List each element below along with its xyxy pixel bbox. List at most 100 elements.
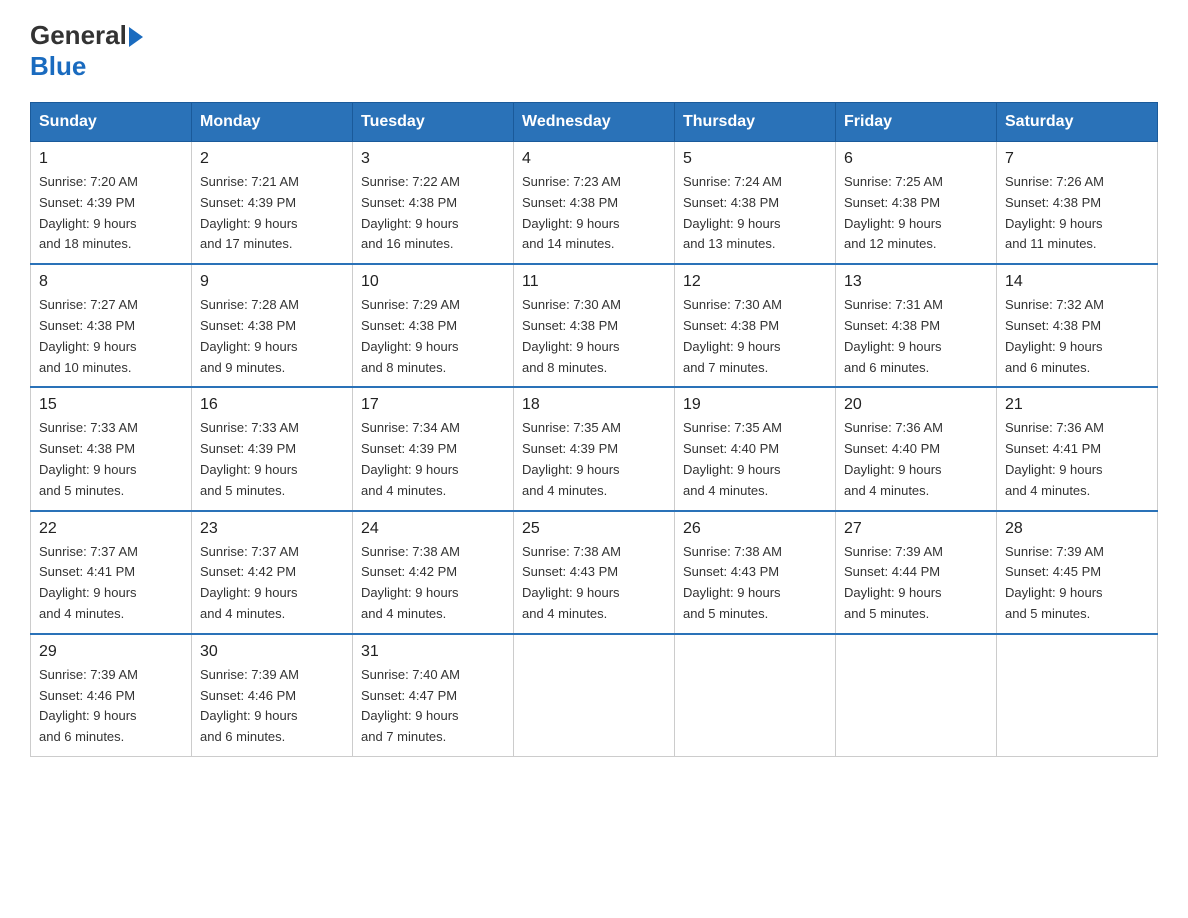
- day-header-wednesday: Wednesday: [514, 103, 675, 142]
- calendar-cell: [514, 634, 675, 757]
- week-row-1: 1 Sunrise: 7:20 AM Sunset: 4:39 PM Dayli…: [31, 142, 1158, 265]
- week-row-2: 8 Sunrise: 7:27 AM Sunset: 4:38 PM Dayli…: [31, 264, 1158, 387]
- logo-blue-text: Blue: [30, 51, 86, 82]
- calendar-cell: 2 Sunrise: 7:21 AM Sunset: 4:39 PM Dayli…: [192, 142, 353, 265]
- day-info: Sunrise: 7:22 AM Sunset: 4:38 PM Dayligh…: [361, 172, 505, 255]
- calendar-cell: 30 Sunrise: 7:39 AM Sunset: 4:46 PM Dayl…: [192, 634, 353, 757]
- day-number: 19: [683, 396, 827, 414]
- day-info: Sunrise: 7:30 AM Sunset: 4:38 PM Dayligh…: [683, 295, 827, 378]
- day-number: 10: [361, 273, 505, 291]
- page-header: General Blue: [30, 20, 1158, 82]
- day-header-thursday: Thursday: [675, 103, 836, 142]
- day-number: 29: [39, 643, 183, 661]
- calendar-cell: 15 Sunrise: 7:33 AM Sunset: 4:38 PM Dayl…: [31, 387, 192, 510]
- calendar-cell: 8 Sunrise: 7:27 AM Sunset: 4:38 PM Dayli…: [31, 264, 192, 387]
- day-header-tuesday: Tuesday: [353, 103, 514, 142]
- day-number: 22: [39, 520, 183, 538]
- calendar-cell: 1 Sunrise: 7:20 AM Sunset: 4:39 PM Dayli…: [31, 142, 192, 265]
- day-number: 1: [39, 150, 183, 168]
- calendar-cell: 19 Sunrise: 7:35 AM Sunset: 4:40 PM Dayl…: [675, 387, 836, 510]
- day-info: Sunrise: 7:39 AM Sunset: 4:45 PM Dayligh…: [1005, 542, 1149, 625]
- day-info: Sunrise: 7:38 AM Sunset: 4:43 PM Dayligh…: [683, 542, 827, 625]
- day-info: Sunrise: 7:35 AM Sunset: 4:39 PM Dayligh…: [522, 418, 666, 501]
- calendar-cell: 31 Sunrise: 7:40 AM Sunset: 4:47 PM Dayl…: [353, 634, 514, 757]
- day-info: Sunrise: 7:37 AM Sunset: 4:42 PM Dayligh…: [200, 542, 344, 625]
- calendar-table: SundayMondayTuesdayWednesdayThursdayFrid…: [30, 102, 1158, 757]
- day-number: 13: [844, 273, 988, 291]
- day-number: 6: [844, 150, 988, 168]
- calendar-cell: 11 Sunrise: 7:30 AM Sunset: 4:38 PM Dayl…: [514, 264, 675, 387]
- day-number: 14: [1005, 273, 1149, 291]
- day-info: Sunrise: 7:40 AM Sunset: 4:47 PM Dayligh…: [361, 665, 505, 748]
- day-info: Sunrise: 7:29 AM Sunset: 4:38 PM Dayligh…: [361, 295, 505, 378]
- day-number: 9: [200, 273, 344, 291]
- calendar-cell: 16 Sunrise: 7:33 AM Sunset: 4:39 PM Dayl…: [192, 387, 353, 510]
- week-row-3: 15 Sunrise: 7:33 AM Sunset: 4:38 PM Dayl…: [31, 387, 1158, 510]
- day-info: Sunrise: 7:21 AM Sunset: 4:39 PM Dayligh…: [200, 172, 344, 255]
- calendar-cell: 20 Sunrise: 7:36 AM Sunset: 4:40 PM Dayl…: [836, 387, 997, 510]
- day-number: 17: [361, 396, 505, 414]
- day-info: Sunrise: 7:38 AM Sunset: 4:42 PM Dayligh…: [361, 542, 505, 625]
- day-header-monday: Monday: [192, 103, 353, 142]
- week-row-4: 22 Sunrise: 7:37 AM Sunset: 4:41 PM Dayl…: [31, 511, 1158, 634]
- logo: General Blue: [30, 20, 143, 82]
- day-number: 21: [1005, 396, 1149, 414]
- day-number: 7: [1005, 150, 1149, 168]
- day-number: 15: [39, 396, 183, 414]
- header-row: SundayMondayTuesdayWednesdayThursdayFrid…: [31, 103, 1158, 142]
- day-info: Sunrise: 7:25 AM Sunset: 4:38 PM Dayligh…: [844, 172, 988, 255]
- day-info: Sunrise: 7:34 AM Sunset: 4:39 PM Dayligh…: [361, 418, 505, 501]
- day-info: Sunrise: 7:23 AM Sunset: 4:38 PM Dayligh…: [522, 172, 666, 255]
- day-number: 24: [361, 520, 505, 538]
- day-number: 3: [361, 150, 505, 168]
- day-info: Sunrise: 7:33 AM Sunset: 4:39 PM Dayligh…: [200, 418, 344, 501]
- day-header-sunday: Sunday: [31, 103, 192, 142]
- day-number: 20: [844, 396, 988, 414]
- day-info: Sunrise: 7:31 AM Sunset: 4:38 PM Dayligh…: [844, 295, 988, 378]
- day-info: Sunrise: 7:26 AM Sunset: 4:38 PM Dayligh…: [1005, 172, 1149, 255]
- calendar-cell: 7 Sunrise: 7:26 AM Sunset: 4:38 PM Dayli…: [997, 142, 1158, 265]
- week-row-5: 29 Sunrise: 7:39 AM Sunset: 4:46 PM Dayl…: [31, 634, 1158, 757]
- day-info: Sunrise: 7:39 AM Sunset: 4:46 PM Dayligh…: [200, 665, 344, 748]
- calendar-cell: [675, 634, 836, 757]
- day-info: Sunrise: 7:39 AM Sunset: 4:46 PM Dayligh…: [39, 665, 183, 748]
- calendar-cell: 18 Sunrise: 7:35 AM Sunset: 4:39 PM Dayl…: [514, 387, 675, 510]
- calendar-cell: 17 Sunrise: 7:34 AM Sunset: 4:39 PM Dayl…: [353, 387, 514, 510]
- calendar-cell: 22 Sunrise: 7:37 AM Sunset: 4:41 PM Dayl…: [31, 511, 192, 634]
- day-info: Sunrise: 7:37 AM Sunset: 4:41 PM Dayligh…: [39, 542, 183, 625]
- logo-general-text: General: [30, 20, 127, 51]
- calendar-cell: 12 Sunrise: 7:30 AM Sunset: 4:38 PM Dayl…: [675, 264, 836, 387]
- calendar-cell: 26 Sunrise: 7:38 AM Sunset: 4:43 PM Dayl…: [675, 511, 836, 634]
- day-number: 5: [683, 150, 827, 168]
- day-number: 25: [522, 520, 666, 538]
- day-info: Sunrise: 7:20 AM Sunset: 4:39 PM Dayligh…: [39, 172, 183, 255]
- day-info: Sunrise: 7:36 AM Sunset: 4:41 PM Dayligh…: [1005, 418, 1149, 501]
- calendar-cell: 21 Sunrise: 7:36 AM Sunset: 4:41 PM Dayl…: [997, 387, 1158, 510]
- day-number: 30: [200, 643, 344, 661]
- day-number: 2: [200, 150, 344, 168]
- day-number: 23: [200, 520, 344, 538]
- day-number: 11: [522, 273, 666, 291]
- day-number: 28: [1005, 520, 1149, 538]
- calendar-cell: 10 Sunrise: 7:29 AM Sunset: 4:38 PM Dayl…: [353, 264, 514, 387]
- calendar-cell: 27 Sunrise: 7:39 AM Sunset: 4:44 PM Dayl…: [836, 511, 997, 634]
- calendar-cell: 29 Sunrise: 7:39 AM Sunset: 4:46 PM Dayl…: [31, 634, 192, 757]
- calendar-cell: 3 Sunrise: 7:22 AM Sunset: 4:38 PM Dayli…: [353, 142, 514, 265]
- calendar-cell: 25 Sunrise: 7:38 AM Sunset: 4:43 PM Dayl…: [514, 511, 675, 634]
- day-number: 26: [683, 520, 827, 538]
- day-header-friday: Friday: [836, 103, 997, 142]
- calendar-cell: [836, 634, 997, 757]
- day-number: 18: [522, 396, 666, 414]
- day-number: 8: [39, 273, 183, 291]
- day-number: 4: [522, 150, 666, 168]
- calendar-cell: 24 Sunrise: 7:38 AM Sunset: 4:42 PM Dayl…: [353, 511, 514, 634]
- day-info: Sunrise: 7:39 AM Sunset: 4:44 PM Dayligh…: [844, 542, 988, 625]
- calendar-cell: 5 Sunrise: 7:24 AM Sunset: 4:38 PM Dayli…: [675, 142, 836, 265]
- day-header-saturday: Saturday: [997, 103, 1158, 142]
- day-number: 12: [683, 273, 827, 291]
- day-info: Sunrise: 7:32 AM Sunset: 4:38 PM Dayligh…: [1005, 295, 1149, 378]
- calendar-cell: 6 Sunrise: 7:25 AM Sunset: 4:38 PM Dayli…: [836, 142, 997, 265]
- logo-arrow-icon: [129, 27, 143, 47]
- day-info: Sunrise: 7:33 AM Sunset: 4:38 PM Dayligh…: [39, 418, 183, 501]
- calendar-cell: 14 Sunrise: 7:32 AM Sunset: 4:38 PM Dayl…: [997, 264, 1158, 387]
